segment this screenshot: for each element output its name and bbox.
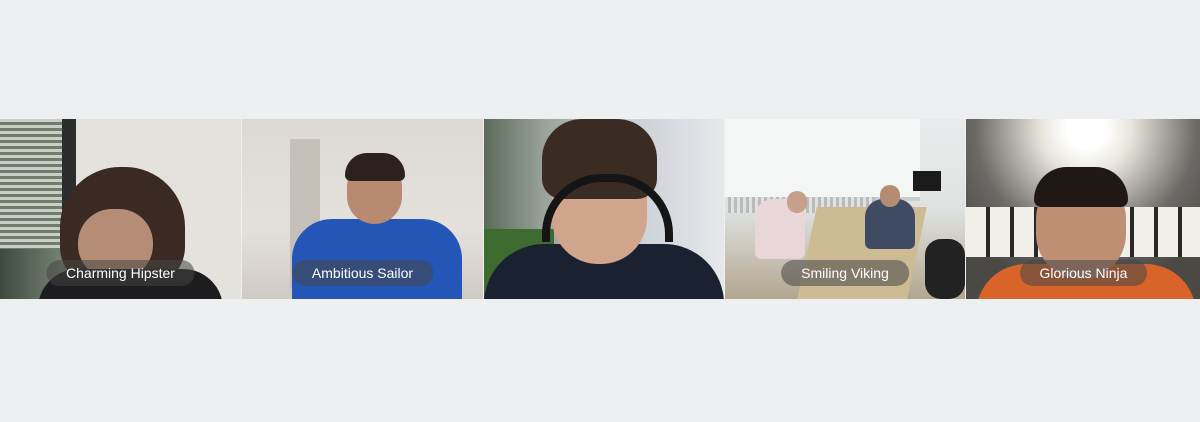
participant-name-tag: Glorious Ninja <box>1019 260 1148 286</box>
video-tile-ambitious-sailor[interactable]: Ambitious Sailor <box>242 119 483 299</box>
video-grid: Charming Hipster Ambitious Sailor Smilin… <box>0 119 1200 299</box>
participant-name-tag: Smiling Viking <box>781 260 909 286</box>
video-tile-charming-hipster[interactable]: Charming Hipster <box>0 119 241 299</box>
video-tile-glorious-ninja[interactable]: Glorious Ninja <box>966 119 1200 299</box>
video-tile-active-speaker[interactable] <box>484 119 724 299</box>
participant-name-tag: Ambitious Sailor <box>291 260 434 286</box>
video-tile-smiling-viking[interactable]: Smiling Viking <box>725 119 965 299</box>
video-feed <box>484 119 724 299</box>
participant-name-tag: Charming Hipster <box>46 260 195 286</box>
